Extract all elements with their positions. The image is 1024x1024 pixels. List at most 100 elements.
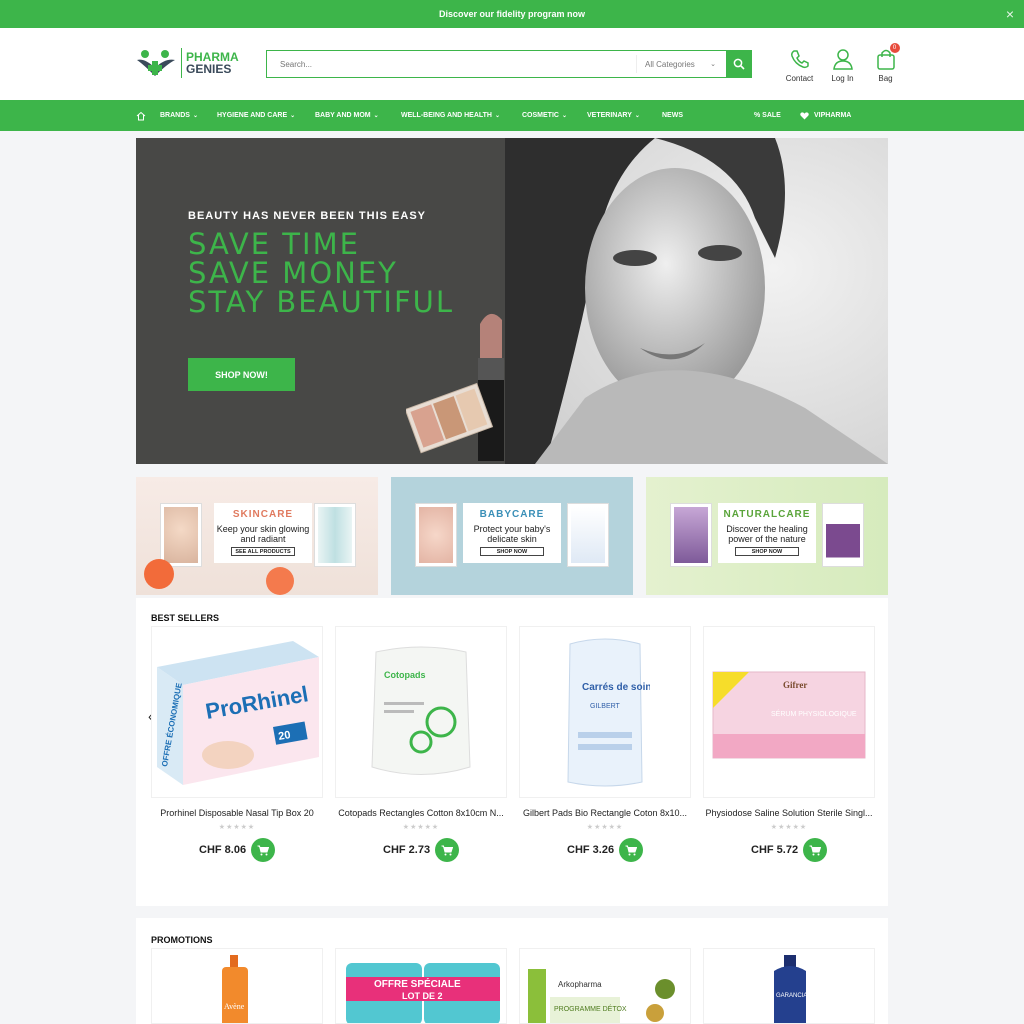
nav-item-news[interactable]: NEWS bbox=[662, 100, 683, 131]
promo-product-image[interactable]: GARANCIA bbox=[703, 948, 875, 1024]
nav-item-label: BRANDS bbox=[160, 112, 190, 119]
gerbera-flower-decoration bbox=[266, 567, 294, 595]
gilbert-pads-image: Carrés de soin GILBERT bbox=[567, 638, 650, 787]
product-image[interactable]: Gifrer SÉRUM PHYSIOLOGIQUE bbox=[703, 626, 875, 798]
cotopads-brand-text: Cotopads bbox=[384, 670, 426, 680]
skincare-model-thumb bbox=[160, 503, 202, 567]
chevron-down-icon: ⌄ bbox=[495, 113, 501, 119]
rating-stars: ★★★★★ bbox=[770, 824, 808, 831]
product-price: CHF 2.73 bbox=[383, 844, 431, 856]
nav-item-baby[interactable]: BABY AND MOM ⌄ bbox=[315, 100, 379, 131]
lot-text: LOT DE 2 bbox=[402, 991, 443, 1001]
hero-headline: SAVE TIME SAVE MONEY STAY BEAUTIFUL bbox=[188, 230, 454, 317]
user-icon bbox=[832, 49, 853, 70]
phone-icon bbox=[790, 50, 809, 69]
product-image[interactable]: ProRhinel OFFRE ÉCONOMIQUE 20 bbox=[151, 626, 323, 798]
skincare-banner[interactable]: SKINCARE Keep your skin glowing and radi… bbox=[136, 477, 378, 595]
promo-product-image[interactable]: Avène bbox=[151, 948, 323, 1024]
nav-item-label: NEWS bbox=[662, 112, 683, 119]
search-input[interactable] bbox=[267, 51, 636, 77]
nav-item-vipharma[interactable]: VIPHARMA bbox=[800, 100, 851, 131]
hero-banner: BEAUTY HAS NEVER BEEN THIS EASY SAVE TIM… bbox=[136, 138, 888, 464]
add-to-cart-button[interactable] bbox=[435, 838, 459, 862]
close-icon[interactable]: × bbox=[1006, 6, 1014, 22]
naturalcare-banner[interactable]: NATURALCARE Discover the healing power o… bbox=[646, 477, 888, 595]
programme-text: PROGRAMME DÉTOX bbox=[554, 1004, 627, 1013]
add-to-cart-button[interactable] bbox=[619, 838, 643, 862]
add-to-cart-button[interactable] bbox=[803, 838, 827, 862]
category-select[interactable]: All Categories ⌄ bbox=[636, 55, 726, 73]
site-logo[interactable]: PHARMA GENIES bbox=[135, 48, 239, 78]
nav-item-label: HYGIENE AND CARE bbox=[217, 112, 288, 119]
rating-stars: ★★★★★ bbox=[402, 824, 440, 831]
promo-product-image[interactable]: OFFRE SPÉCIALE LOT DE 2 bbox=[335, 948, 507, 1024]
header-actions: Contact Log In 0 Bag bbox=[783, 43, 902, 83]
search-button[interactable] bbox=[726, 50, 752, 78]
contact-button[interactable]: Contact bbox=[783, 48, 816, 83]
shop-now-button[interactable]: SHOP NOW! bbox=[188, 358, 295, 391]
contact-label: Contact bbox=[785, 74, 814, 83]
product-price: CHF 8.06 bbox=[199, 844, 247, 856]
search-icon bbox=[733, 58, 745, 70]
nav-item-label: % SALE bbox=[754, 112, 781, 119]
cotopads-pack-image: Cotopads bbox=[371, 646, 471, 775]
login-button[interactable]: Log In bbox=[826, 48, 859, 83]
promo-product-image[interactable]: Arkopharma PROGRAMME DÉTOX bbox=[519, 948, 691, 1024]
oil-bottle-thumb bbox=[822, 503, 864, 567]
babycare-title: BABYCARE bbox=[479, 509, 545, 520]
physiodose-box-image: Gifrer SÉRUM PHYSIOLOGIQUE bbox=[712, 671, 866, 759]
naturalcare-card: NATURALCARE Discover the healing power o… bbox=[718, 503, 816, 563]
nav-item-cosmetic[interactable]: COSMETIC ⌄ bbox=[522, 100, 567, 131]
babycare-banner[interactable]: BABYCARE Protect your baby's delicate sk… bbox=[391, 477, 633, 595]
promo-message[interactable]: Discover our fidelity program now bbox=[439, 9, 585, 19]
count-text: 20 bbox=[277, 729, 291, 743]
cart-icon bbox=[257, 845, 269, 855]
search-bar: All Categories ⌄ bbox=[266, 50, 752, 78]
logo-mark-icon bbox=[137, 50, 175, 76]
add-to-cart-button[interactable] bbox=[251, 838, 275, 862]
baby-photo-thumb bbox=[415, 503, 457, 567]
nav-item-label: VETERINARY bbox=[587, 112, 632, 119]
chevron-down-icon: ⌄ bbox=[561, 113, 567, 119]
chevron-down-icon: ⌄ bbox=[192, 113, 198, 119]
offre-speciale-text: OFFRE SPÉCIALE bbox=[374, 977, 461, 990]
gerbera-flower-decoration bbox=[144, 559, 174, 589]
product-name[interactable]: Physiodose Saline Solution Sterile Singl… bbox=[703, 808, 875, 818]
product-price: CHF 5.72 bbox=[751, 844, 799, 856]
bag-button[interactable]: 0 Bag bbox=[869, 43, 902, 83]
naturalcare-title: NATURALCARE bbox=[723, 509, 811, 520]
nav-item-label: BABY AND MOM bbox=[315, 112, 371, 119]
lavender-photo-thumb bbox=[670, 503, 712, 567]
nav-item-label: COSMETIC bbox=[522, 112, 559, 119]
naturalcare-shop-now-button[interactable]: SHOP NOW bbox=[735, 547, 799, 556]
babycare-text: Protect your baby's delicate skin bbox=[473, 524, 551, 544]
chevron-down-icon: ⌄ bbox=[290, 113, 296, 119]
nav-item-brands[interactable]: BRANDS ⌄ bbox=[160, 100, 198, 131]
skincare-card: SKINCARE Keep your skin glowing and radi… bbox=[214, 503, 312, 563]
gilbert-text: GILBERT bbox=[590, 703, 621, 710]
product-image[interactable]: Cotopads bbox=[335, 626, 507, 798]
product-name[interactable]: Gilbert Pads Bio Rectangle Coton 8x10... bbox=[519, 808, 691, 818]
rating-stars: ★★★★★ bbox=[218, 824, 256, 831]
nav-item-wellbeing[interactable]: WELL-BEING AND HEALTH ⌄ bbox=[401, 100, 500, 131]
skincare-product-thumb bbox=[314, 503, 356, 567]
babycare-shop-now-button[interactable]: SHOP NOW bbox=[480, 547, 544, 556]
nav-item-hygiene[interactable]: HYGIENE AND CARE ⌄ bbox=[217, 100, 295, 131]
best-sellers-title: BEST SELLERS bbox=[151, 613, 220, 623]
heart-icon bbox=[800, 111, 809, 119]
product-name[interactable]: Cotopads Rectangles Cotton 8x10cm N... bbox=[335, 808, 507, 818]
cart-icon bbox=[809, 845, 821, 855]
nav-item-sale[interactable]: % SALE bbox=[754, 100, 781, 131]
carres-text: Carrés de soin bbox=[582, 682, 650, 693]
product-name[interactable]: Prorhinel Disposable Nasal Tip Box 20 bbox=[151, 808, 323, 818]
home-icon bbox=[136, 111, 146, 120]
see-all-products-button[interactable]: SEE ALL PRODUCTS bbox=[231, 547, 295, 556]
nav-home[interactable] bbox=[136, 100, 146, 131]
product-image[interactable]: Carrés de soin GILBERT bbox=[519, 626, 691, 798]
nav-item-label: VIPHARMA bbox=[814, 112, 852, 119]
rating-stars: ★★★★★ bbox=[586, 824, 624, 831]
promo-bar: Discover our fidelity program now × bbox=[0, 0, 1024, 28]
hero-kicker: BEAUTY HAS NEVER BEEN THIS EASY bbox=[188, 210, 427, 222]
nav-item-veterinary[interactable]: VETERINARY ⌄ bbox=[587, 100, 640, 131]
cart-icon bbox=[625, 845, 637, 855]
